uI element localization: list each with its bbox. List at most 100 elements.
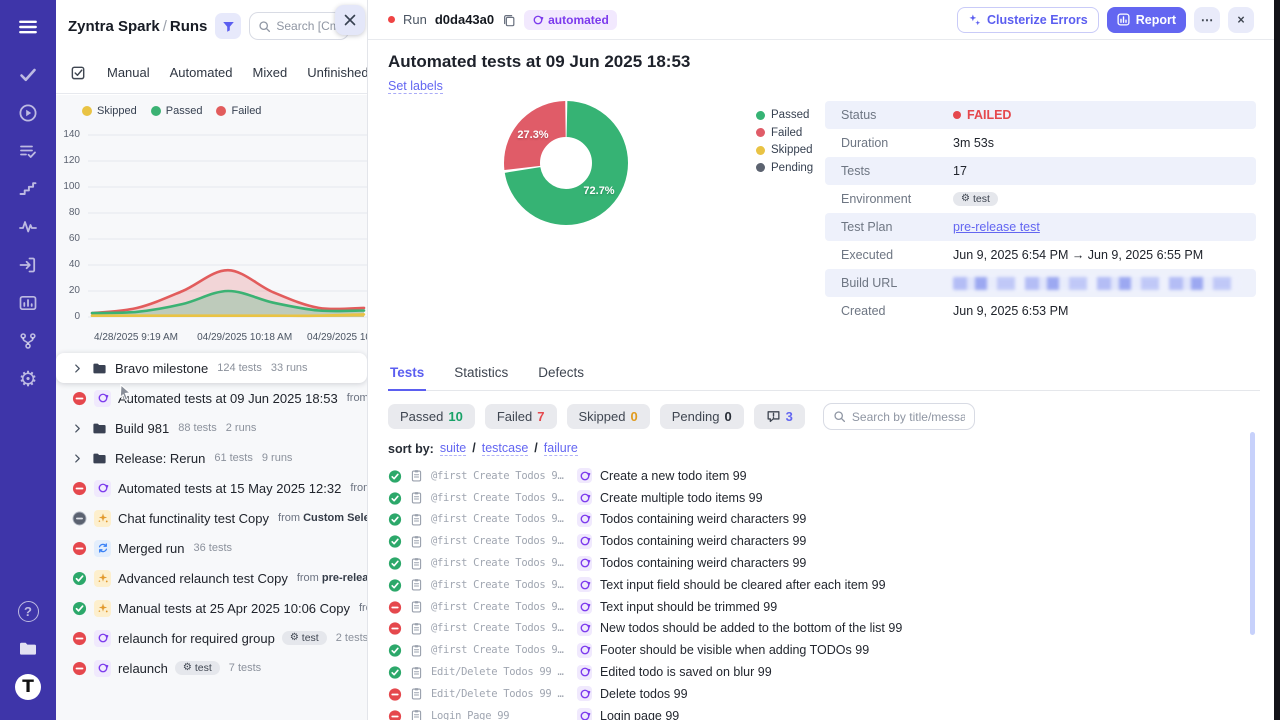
import-icon[interactable] [10, 250, 46, 280]
status-failed-icon [388, 687, 402, 701]
run-row[interactable]: Chat functinality test Copyfrom Custom S… [56, 503, 367, 533]
donut-legend-pending[interactable]: Pending [756, 162, 813, 174]
tests-search-input[interactable] [852, 410, 965, 424]
tests-list: @first Create Todos 99...Create a new to… [388, 465, 1260, 720]
test-row[interactable]: @first Create Todos 99...Create a new to… [388, 465, 1260, 487]
filter-skipped-button[interactable]: Skipped0 [567, 404, 650, 429]
help-icon[interactable]: ? [10, 596, 46, 626]
run-play-icon[interactable] [10, 98, 46, 128]
breadcrumb-project[interactable]: Zyntra Spark [68, 18, 160, 35]
runs-search-input[interactable] [276, 19, 340, 33]
test-row[interactable]: @first Create Todos 99...Text input fiel… [388, 574, 1260, 596]
chevron-right-icon[interactable] [72, 423, 84, 434]
close-run-button[interactable]: × [1228, 7, 1254, 33]
test-row[interactable]: @first Create Todos 99...Todos containin… [388, 509, 1260, 531]
sparkles-icon [968, 13, 981, 26]
filter-pending-button[interactable]: Pending0 [660, 404, 744, 429]
tasks-check-icon[interactable] [10, 60, 46, 90]
list-check-icon[interactable] [10, 136, 46, 166]
report-button[interactable]: Report [1107, 7, 1186, 33]
steps-icon[interactable] [10, 174, 46, 204]
tests-scrollbar[interactable] [1250, 432, 1255, 635]
test-title: Text input should be trimmed 99 [600, 600, 777, 614]
run-row[interactable]: Advanced relaunch test Copyfrom pre-rele… [56, 563, 367, 593]
projects-folder-icon[interactable] [10, 634, 46, 664]
tab-tests[interactable]: Tests [388, 359, 426, 391]
clusterize-errors-button[interactable]: Clusterize Errors [957, 7, 1099, 33]
sort-by-suite-link[interactable]: suite [440, 441, 466, 456]
sort-by-failure-link[interactable]: failure [544, 441, 578, 456]
automated-test-icon [577, 708, 592, 720]
tab-statistics[interactable]: Statistics [452, 359, 510, 390]
test-row[interactable]: @first Create Todos 99...Todos containin… [388, 530, 1260, 552]
run-folder-row[interactable]: Bravo milestone124 tests33 runs [56, 353, 367, 383]
legend-label: Skipped [97, 105, 137, 117]
test-plan-link[interactable]: pre-release test [953, 220, 1040, 234]
legend-item-skipped[interactable]: Skipped [82, 105, 137, 117]
runs-tab-automated[interactable]: Automated [170, 65, 233, 80]
test-row[interactable]: Login Page 99Login page 99 [388, 705, 1260, 720]
logo-icon[interactable]: T [10, 672, 46, 702]
runs-tab-mixed[interactable]: Mixed [253, 65, 288, 80]
panel-close-button[interactable] [335, 5, 365, 35]
run-row[interactable]: Manual tests at 25 Apr 2025 10:06 Copyfr… [56, 593, 367, 623]
run-row[interactable]: Merged run36 tests [56, 533, 367, 563]
chevron-right-icon[interactable] [72, 363, 84, 374]
merged-run-icon [94, 540, 111, 557]
runs-tab-unfinished[interactable]: Unfinished [307, 65, 368, 80]
filter-passed-button[interactable]: Passed10 [388, 404, 475, 429]
pulse-icon[interactable] [10, 212, 46, 242]
run-row[interactable]: relaunch⚙test7 tests [56, 653, 367, 683]
env-badge-label: test [302, 632, 319, 644]
chevron-right-icon[interactable] [72, 453, 84, 464]
run-row[interactable]: Automated tests at 15 May 2025 12:32from… [56, 473, 367, 503]
test-row[interactable]: Edit/Delete Todos 99 @...Delete todos 99 [388, 683, 1260, 705]
tab-defects[interactable]: Defects [536, 359, 586, 390]
checklist-icon[interactable] [70, 64, 87, 81]
run-folder-row[interactable]: Build 98188 tests2 runs [56, 413, 367, 443]
detail-label: Environment [841, 192, 953, 206]
test-title: Edited todo is saved on blur 99 [600, 665, 772, 679]
test-title: Todos containing weird characters 99 [600, 556, 806, 570]
test-row[interactable]: @first Create Todos 99...Create multiple… [388, 487, 1260, 509]
sort-by-testcase-link[interactable]: testcase [482, 441, 529, 456]
set-labels-link[interactable]: Set labels [388, 79, 443, 94]
filter-button[interactable] [215, 13, 241, 39]
close-icon [344, 14, 356, 26]
donut-legend-skipped[interactable]: Skipped [756, 144, 813, 156]
test-suite-name: Login Page 99 [431, 710, 569, 720]
analytics-icon[interactable] [10, 288, 46, 318]
filter-label: Passed [400, 409, 443, 424]
settings-gear-icon[interactable]: ⚙ [10, 364, 46, 394]
donut-legend-failed[interactable]: Failed [756, 127, 813, 139]
filter-failed-button[interactable]: Failed7 [485, 404, 557, 429]
legend-item-passed[interactable]: Passed [151, 105, 203, 117]
status-passed-icon [388, 643, 402, 657]
clipboard-icon [410, 709, 423, 720]
run-name: Build 981 [115, 421, 169, 436]
hamburger-menu-icon[interactable] [10, 12, 46, 42]
branch-icon[interactable] [10, 326, 46, 356]
donut-legend: Passed Failed Skipped Pending [756, 109, 813, 174]
comments-filter-button[interactable]: 3 [754, 404, 805, 429]
donut-legend-passed[interactable]: Passed [756, 109, 813, 121]
runs-tab-manual[interactable]: Manual [107, 65, 150, 80]
legend-item-failed[interactable]: Failed [216, 105, 261, 117]
test-row[interactable]: @first Create Todos 99...New todos shoul… [388, 618, 1260, 640]
test-row[interactable]: @first Create Todos 99...Footer should b… [388, 639, 1260, 661]
test-title: Todos containing weird characters 99 [600, 534, 806, 548]
test-row[interactable]: @first Create Todos 99...Text input shou… [388, 596, 1260, 618]
run-meta: 88 tests [178, 422, 217, 434]
run-meta: 9 runs [262, 452, 293, 464]
run-folder-row[interactable]: Release: Rerun61 tests9 runs [56, 443, 367, 473]
more-actions-button[interactable]: ⋯ [1194, 7, 1220, 33]
automated-badge[interactable]: automated [524, 10, 617, 30]
test-row[interactable]: Edit/Delete Todos 99 @...Edited todo is … [388, 661, 1260, 683]
legend-label: Skipped [771, 144, 813, 156]
run-row[interactable]: relaunch for required group⚙test2 tests [56, 623, 367, 653]
status-text: FAILED [967, 108, 1011, 122]
copy-run-id-button[interactable] [502, 13, 516, 27]
test-row[interactable]: @first Create Todos 99...Todos containin… [388, 552, 1260, 574]
run-row[interactable]: Automated tests at 09 Jun 2025 18:53from… [56, 383, 367, 413]
run-detail-panel: Run d0da43a0 automated Clusterize Errors [368, 0, 1280, 720]
